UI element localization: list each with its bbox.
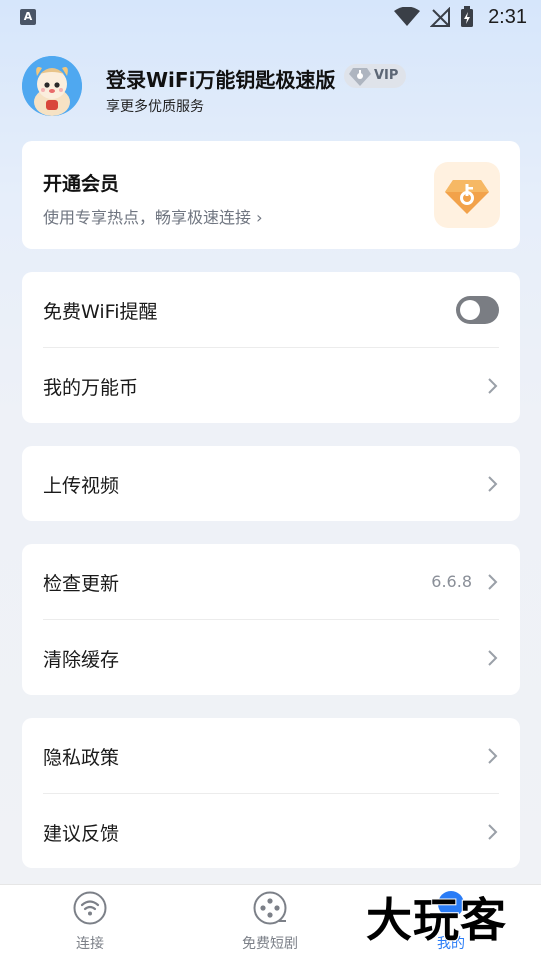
chevron-right-icon (488, 476, 498, 492)
cellular-no-signal-icon (430, 7, 451, 27)
upload-video-row[interactable]: 上传视频 (22, 446, 520, 521)
login-title[interactable]: 登录WiFi万能钥匙极速版 (106, 64, 335, 93)
wifi-icon (73, 891, 107, 925)
check-update-row[interactable]: 检查更新 6.6.8 (22, 544, 520, 620)
settings-group-4: 隐私政策 建议反馈 (22, 718, 520, 868)
chevron-right-icon (488, 748, 498, 764)
vip-badge-label: VIP (374, 68, 399, 83)
chevron-right-icon (488, 650, 498, 666)
clear-cache-label: 清除缓存 (43, 649, 120, 671)
tab-connect[interactable]: 连接 (0, 885, 180, 960)
wifi-reminder-label: 免费WiFi提醒 (43, 301, 158, 323)
feedback-label: 建议反馈 (43, 823, 120, 845)
clock: 2:31 (488, 5, 527, 28)
tab-free-short-drama-label: 免费短剧 (242, 936, 298, 952)
wifi-signal-icon (394, 7, 421, 26)
feedback-row[interactable]: 建议反馈 (22, 794, 520, 870)
membership-title: 开通会员 (43, 173, 120, 195)
privacy-policy-label: 隐私政策 (43, 747, 120, 769)
vip-badge: VIP (344, 64, 407, 88)
membership-description[interactable]: 使用专享热点，畅享极速连接 › (43, 204, 263, 228)
film-reel-icon (253, 891, 287, 925)
check-update-label: 检查更新 (43, 573, 120, 595)
settings-group-2: 上传视频 (22, 446, 520, 521)
tab-free-short-drama[interactable]: 免费短剧 (180, 885, 360, 960)
app-notification-icon: A (20, 9, 36, 25)
profile-header[interactable]: 登录WiFi万能钥匙极速版 VIP 享更多优质服务 (22, 56, 522, 118)
wifi-reminder-row[interactable]: 免费WiFi提醒 (22, 272, 520, 348)
mascot-avatar-icon (22, 56, 82, 116)
chevron-right-icon (488, 824, 498, 840)
settings-group-3: 检查更新 6.6.8 清除缓存 (22, 544, 520, 695)
vip-diamond-icon (434, 162, 500, 228)
chevron-right-icon (488, 378, 498, 394)
diamond-key-icon (349, 68, 371, 86)
open-membership-card[interactable]: 开通会员 使用专享热点，畅享极速连接 › (22, 141, 520, 249)
wifi-reminder-toggle[interactable] (456, 296, 499, 324)
battery-charging-icon (461, 6, 474, 27)
avatar[interactable] (22, 56, 82, 116)
status-bar: A 2:31 (0, 0, 541, 34)
tab-connect-label: 连接 (76, 936, 104, 952)
settings-group-1: 免费WiFi提醒 我的万能币 (22, 272, 520, 423)
privacy-policy-row[interactable]: 隐私政策 (22, 718, 520, 794)
chevron-right-icon (488, 574, 498, 590)
my-coins-label: 我的万能币 (43, 377, 139, 399)
clear-cache-row[interactable]: 清除缓存 (22, 620, 520, 696)
watermark-logo: 大玩客 (365, 892, 507, 948)
version-number: 6.6.8 (431, 572, 472, 591)
upload-video-label: 上传视频 (43, 475, 120, 497)
my-coins-row[interactable]: 我的万能币 (22, 348, 520, 424)
profile-subtitle: 享更多优质服务 (106, 99, 204, 115)
